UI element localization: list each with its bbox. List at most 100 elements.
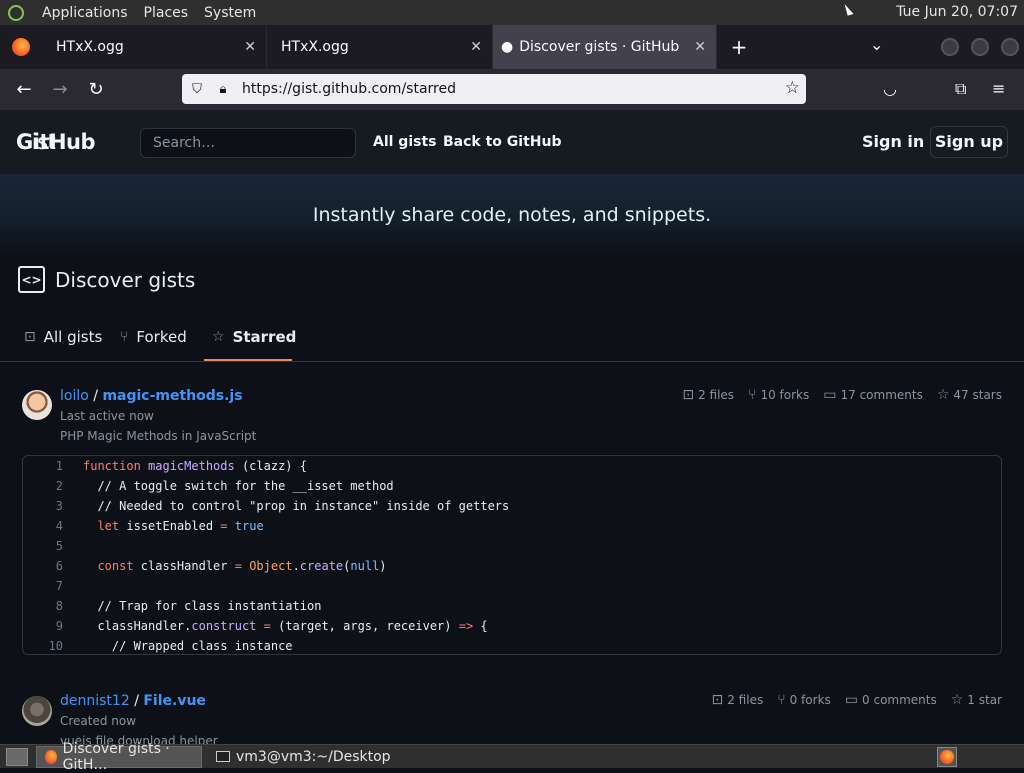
system-top-bar: Applications Places System Tue Jun 20, 0… [0,0,1024,25]
tab-all-gists[interactable]: ⊡ All gists [24,328,102,346]
code-square-icon: <> [18,266,45,293]
fork-icon: ⑂ [120,329,129,345]
forks-count: 10 forks [760,388,810,402]
gist-last-active: Last active now [60,409,154,423]
files-link[interactable]: ⊡ 2 files [682,387,734,403]
places-menu[interactable]: Places [144,5,189,21]
gist-title: dennist12 / File.vue [60,693,206,709]
back-arrow-icon[interactable]: ← [6,79,42,100]
github-gist-logo[interactable]: GitHub Gist [16,130,96,154]
firefox-view-button[interactable] [0,25,42,69]
line-number: 4 [55,519,63,533]
maximize-window-button[interactable] [971,38,989,56]
taskbar: Discover gists · GitH… vm3@vm3:~/Desktop [0,741,1024,773]
tab-label: All gists [43,328,103,346]
code-line: function magicMethods (clazz) { [83,459,307,473]
code-line: // Needed to control "prop in instance" … [83,499,510,513]
gist-owner-link[interactable]: dennist12 [60,693,130,709]
tab-htxx-1[interactable]: HTxX.ogg ✕ [42,25,267,69]
gist-file-link[interactable]: File.vue [143,693,206,709]
extensions-icon[interactable]: ⧉ [955,79,966,99]
code-line: const classHandler = Object.create(null) [97,559,387,573]
comment-icon: ▭ [823,387,837,403]
hamburger-menu-icon[interactable]: ≡ [992,79,1005,98]
stars-count: 47 stars [953,388,1002,402]
sign-in-link[interactable]: Sign in [862,132,924,151]
comments-link[interactable]: ▭ 0 comments [845,692,937,708]
gist-owner-link[interactable]: loilo [60,388,89,404]
gist-description: PHP Magic Methods in JavaScript [60,429,257,443]
avatar[interactable] [22,390,52,420]
search-input[interactable]: Search… [140,128,356,158]
files-count: 2 files [698,388,735,402]
files-count: 2 files [727,693,764,707]
tray-firefox-launcher[interactable] [937,747,957,767]
page-title: Discover gists [55,267,196,292]
tab-htxx-2[interactable]: HTxX.ogg ✕ [267,25,493,69]
gist-last-active: Created now [60,714,137,728]
url-text[interactable]: https://gist.github.com/starred [242,81,456,97]
system-menu[interactable]: System [204,5,256,21]
files-link[interactable]: ⊡ 2 files [712,692,764,708]
firefox-icon [12,38,30,56]
reload-icon[interactable]: ↻ [78,79,114,100]
comment-icon: ▭ [844,692,859,708]
line-number: 8 [55,599,63,613]
comments-count: 17 comments [840,388,923,402]
tab-discover-gists[interactable]: ● Discover gists · GitHub ✕ [493,25,717,69]
page-heading: <> Discover gists [18,266,195,293]
forks-link[interactable]: ⑂ 0 forks [777,692,831,708]
show-desktop-icon[interactable] [6,747,28,766]
line-number: 6 [55,559,63,573]
sign-up-button[interactable]: Sign up [930,126,1008,158]
comments-count: 0 comments [862,693,937,707]
line-number: 2 [55,479,63,493]
tab-label: Starred [232,328,297,346]
bookmark-star-icon[interactable]: ☆ [785,78,800,98]
close-icon[interactable]: ✕ [694,39,706,55]
navigation-toolbar: ← → ↻ ⛉ 🔒︎ https://gist.github.com/starr… [0,69,1024,110]
avatar[interactable] [22,696,52,726]
minimize-window-button[interactable] [941,38,959,56]
gist-stats: ⊡ 2 files ⑂ 0 forks ▭ 0 comments ☆ 1 star [712,692,1003,708]
comments-link[interactable]: ▭ 17 comments [823,387,923,403]
nav-all-gists[interactable]: All gists [373,134,437,150]
code-line: // Wrapped class instance [83,639,293,653]
clock[interactable]: Tue Jun 20, 07:07 [896,4,1018,20]
gist-header: GitHub Gist Search… All gists Back to Gi… [0,110,1024,174]
list-all-tabs-chevron-down-icon[interactable]: ⌄ [870,35,883,54]
new-tab-button[interactable]: + [717,35,761,59]
fork-icon: ⑂ [748,387,757,403]
url-bar[interactable]: ⛉ 🔒︎ https://gist.github.com/starred ☆ [182,74,806,104]
code-square-icon: ⊡ [711,692,724,708]
tab-label: HTxX.ogg [281,39,349,55]
taskbar-item-terminal[interactable]: vm3@vm3:~/Desktop [208,746,399,768]
close-icon[interactable]: ✕ [470,39,482,55]
tab-strip: HTxX.ogg ✕ HTxX.ogg ✕ ● Discover gists ·… [0,25,1024,69]
line-number: 5 [55,539,63,553]
tab-label: Forked [136,328,187,346]
applications-menu[interactable]: Applications [42,5,128,21]
forward-arrow-icon[interactable]: → [42,79,78,100]
terminal-icon [216,751,230,762]
code-line: // Trap for class instantiation [83,599,322,613]
close-window-button[interactable] [1001,38,1019,56]
nav-back-to-github[interactable]: Back to GitHub [443,134,561,150]
tab-starred[interactable]: ☆ Starred [212,328,296,346]
taskbar-item-firefox[interactable]: Discover gists · GitH… [36,741,202,773]
tab-forked[interactable]: ⑂ Forked [120,328,187,346]
gist-file-link[interactable]: magic-methods.js [102,388,242,404]
pocket-icon[interactable]: ◡ [883,79,897,98]
forks-link[interactable]: ⑂ 10 forks [748,387,809,403]
line-number: 10 [48,639,63,653]
distro-logo-icon [8,4,24,21]
shield-icon[interactable]: ⛉ [186,82,208,97]
star-icon: ☆ [936,387,950,403]
stars-link[interactable]: ☆ 47 stars [937,387,1002,403]
tab-label: HTxX.ogg [56,39,124,55]
close-icon[interactable]: ✕ [244,39,256,55]
forks-count: 0 forks [789,693,831,707]
lock-icon[interactable]: 🔒︎ [212,82,234,97]
stars-link[interactable]: ☆ 1 star [951,692,1002,708]
code-preview[interactable]: 1 function magicMethods (clazz) { 2 // A … [22,455,1002,655]
